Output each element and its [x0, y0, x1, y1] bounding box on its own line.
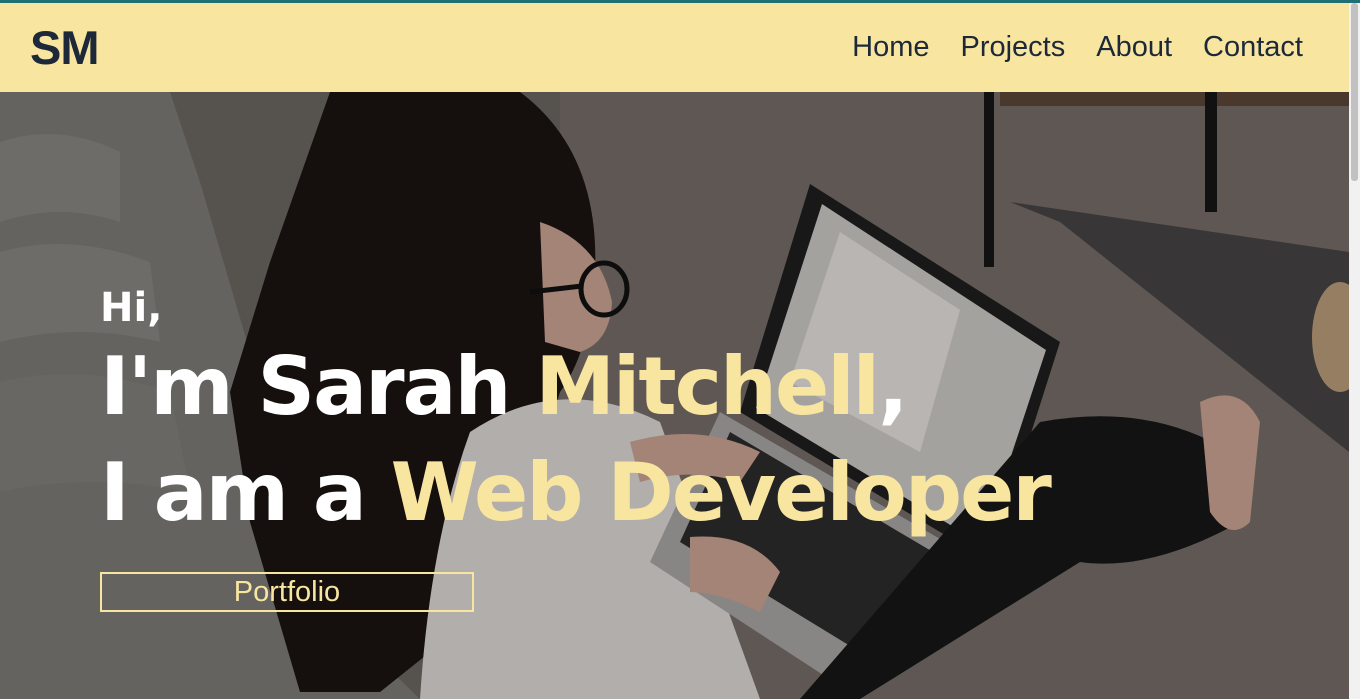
hero-name-suffix: , — [878, 340, 908, 433]
vertical-scrollbar[interactable] — [1349, 3, 1360, 699]
site-logo[interactable]: SM — [30, 20, 99, 75]
page-viewport: SM Home Projects About Contact Hi, I'm S… — [0, 0, 1349, 699]
nav-link-home[interactable]: Home — [852, 31, 929, 64]
scrollbar-thumb[interactable] — [1351, 3, 1358, 181]
nav-link-projects[interactable]: Projects — [960, 31, 1065, 64]
hero-section: Hi, I'm Sarah Mitchell, I am a Web Devel… — [0, 92, 1349, 699]
hero-headline-line-2: I am a Web Developer — [100, 440, 1052, 546]
hero-name-accent: Mitchell — [535, 340, 880, 433]
portfolio-button[interactable]: Portfolio — [100, 572, 474, 612]
navbar: SM Home Projects About Contact — [0, 3, 1349, 92]
hero-greeting: Hi, — [100, 285, 163, 331]
hero-text: Hi, I'm Sarah Mitchell, I am a Web Devel… — [100, 282, 1052, 546]
nav-link-about[interactable]: About — [1096, 31, 1172, 64]
window-top-border — [0, 0, 1360, 3]
nav-links: Home Projects About Contact — [852, 31, 1303, 64]
hero-role-prefix: I am a — [100, 446, 391, 539]
hero-name-prefix: I'm Sarah — [100, 340, 536, 433]
nav-link-contact[interactable]: Contact — [1203, 31, 1303, 64]
hero-role-accent: Web Developer — [390, 446, 1052, 539]
hero-headline-line-1: I'm Sarah Mitchell, — [100, 334, 1050, 440]
